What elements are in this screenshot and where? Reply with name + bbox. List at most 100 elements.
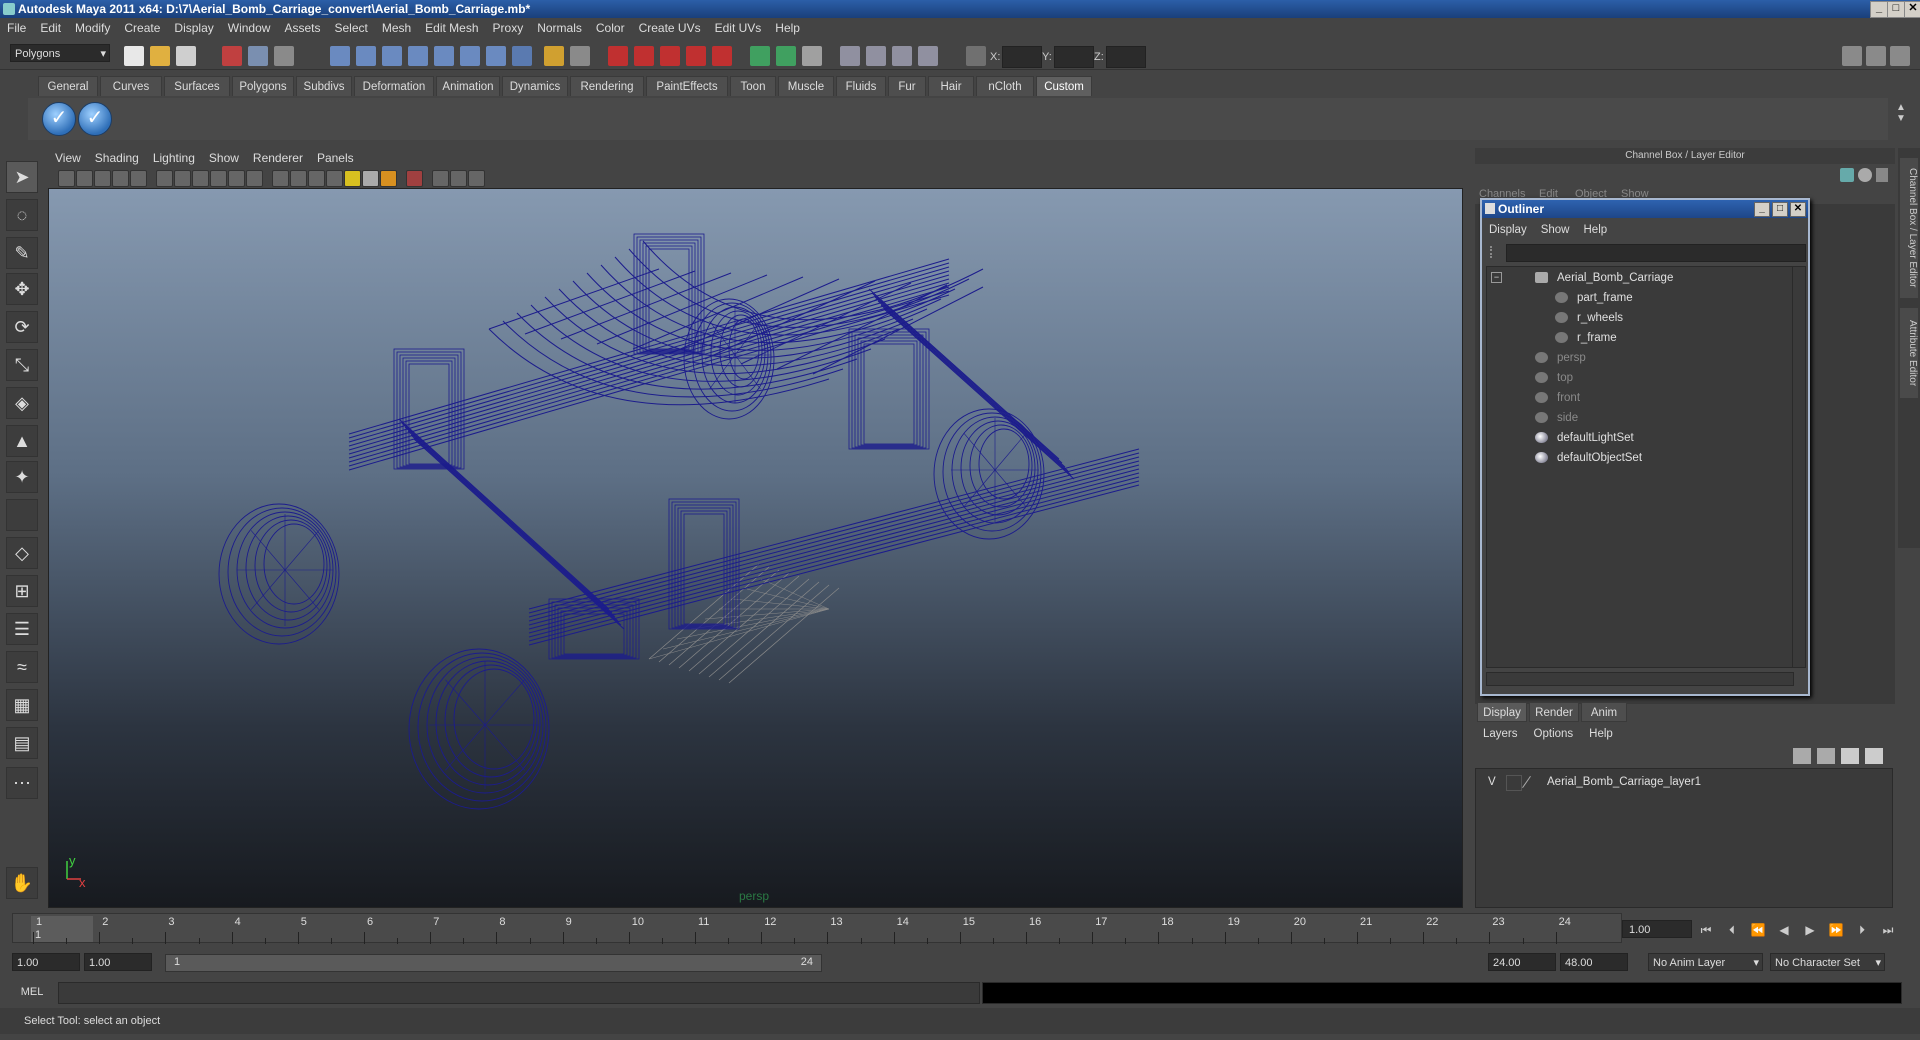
layer-template-toggle[interactable] bbox=[1506, 775, 1522, 791]
animation-end-field[interactable]: 48.00 bbox=[1560, 953, 1628, 971]
outliner-minimize-button[interactable]: _ bbox=[1754, 202, 1770, 217]
scale-tool-icon[interactable]: ⤡ bbox=[6, 349, 38, 381]
shelf-tab-muscle[interactable]: Muscle bbox=[778, 76, 834, 96]
anim-layer-dropdown[interactable]: No Anim Layer ▾ bbox=[1648, 953, 1763, 971]
mask-dynamics-icon[interactable] bbox=[460, 46, 480, 66]
save-scene-icon[interactable] bbox=[176, 46, 196, 66]
absolute-transform-icon[interactable] bbox=[966, 46, 986, 66]
xray-icon[interactable] bbox=[432, 170, 449, 187]
film-gate-icon[interactable] bbox=[174, 170, 191, 187]
mask-joints-icon[interactable] bbox=[356, 46, 376, 66]
layer-tab-anim[interactable]: Anim bbox=[1581, 702, 1627, 722]
shelf-tab-ncloth[interactable]: nCloth bbox=[976, 76, 1034, 96]
go-to-start-icon[interactable]: ⏮ bbox=[1697, 922, 1715, 938]
menu-create-uvs[interactable]: Create UVs bbox=[632, 18, 708, 38]
outliner-menu-show[interactable]: Show bbox=[1534, 221, 1577, 239]
mask-rendering-icon[interactable] bbox=[486, 46, 506, 66]
universal-manipulator-icon[interactable]: ◈ bbox=[6, 387, 38, 419]
menu-edit-uvs[interactable]: Edit UVs bbox=[708, 18, 769, 38]
four-view-layout-icon[interactable]: ⊞ bbox=[6, 575, 38, 607]
shelf-check-icon-2[interactable]: ✓ bbox=[78, 102, 112, 136]
outliner-menu-help[interactable]: Help bbox=[1577, 221, 1615, 239]
outliner-item[interactable]: defaultLightSet bbox=[1535, 429, 1634, 447]
move-tool-icon[interactable]: ✥ bbox=[6, 273, 38, 305]
outliner-title-bar[interactable]: Outliner _ □ ✕ bbox=[1482, 200, 1808, 218]
layer-menu-options[interactable]: Options bbox=[1526, 725, 1582, 743]
menu-normals[interactable]: Normals bbox=[530, 18, 589, 38]
textured-icon[interactable] bbox=[326, 170, 343, 187]
menu-display[interactable]: Display bbox=[167, 18, 220, 38]
outliner-item[interactable]: defaultObjectSet bbox=[1535, 449, 1642, 467]
mask-handles-icon[interactable] bbox=[330, 46, 350, 66]
y-field[interactable] bbox=[1054, 46, 1094, 68]
chevron-down-icon[interactable]: ▼ bbox=[1896, 113, 1910, 124]
wireframe-on-shaded-icon[interactable] bbox=[308, 170, 325, 187]
single-perspective-layout-icon[interactable]: ◇ bbox=[6, 537, 38, 569]
dope-sheet-layout-icon[interactable]: ▤ bbox=[6, 727, 38, 759]
backface-culling-icon[interactable] bbox=[468, 170, 485, 187]
command-language-toggle[interactable]: MEL bbox=[10, 984, 54, 1000]
viewport-menu-panels[interactable]: Panels bbox=[310, 148, 361, 168]
viewport-menu-lighting[interactable]: Lighting bbox=[146, 148, 202, 168]
open-scene-icon[interactable] bbox=[150, 46, 170, 66]
layer-tab-render[interactable]: Render bbox=[1529, 702, 1579, 722]
outliner-item[interactable]: Aerial_Bomb_Carriage bbox=[1535, 269, 1673, 287]
perspective-viewport[interactable]: y x persp bbox=[48, 188, 1463, 908]
highlight-selection-icon[interactable] bbox=[570, 46, 590, 66]
animation-start-field[interactable]: 1.00 bbox=[12, 953, 80, 971]
snap-grid-icon[interactable] bbox=[608, 46, 628, 66]
gate-mask-icon[interactable] bbox=[210, 170, 227, 187]
chevron-up-icon[interactable]: ▲ bbox=[1896, 102, 1910, 113]
show-channel-box-icon[interactable] bbox=[1890, 46, 1910, 66]
mask-surfaces-icon[interactable] bbox=[408, 46, 428, 66]
attribute-editor-side-tab[interactable]: Attribute Editor bbox=[1900, 308, 1918, 398]
menu-modify[interactable]: Modify bbox=[68, 18, 117, 38]
shelf-tab-surfaces[interactable]: Surfaces bbox=[164, 76, 230, 96]
command-input[interactable] bbox=[58, 982, 980, 1004]
field-chart-icon[interactable] bbox=[228, 170, 245, 187]
menu-color[interactable]: Color bbox=[589, 18, 632, 38]
outliner-item[interactable]: front bbox=[1535, 389, 1580, 407]
snap-point-icon[interactable] bbox=[660, 46, 680, 66]
menu-proxy[interactable]: Proxy bbox=[486, 18, 531, 38]
show-attribute-editor-icon[interactable] bbox=[1842, 46, 1862, 66]
shelf-tab-polygons[interactable]: Polygons bbox=[232, 76, 294, 96]
time-slider[interactable]: 1 1 2 3 4 5 6 7 8 9 10 11 12 13 14 15 16 17 18 19 20 21 22 23 2… bbox=[12, 913, 1622, 944]
step-back-key-icon[interactable]: ⏪ bbox=[1749, 922, 1767, 938]
shelf-tab-animation[interactable]: Animation bbox=[436, 76, 500, 96]
shelf-tab-hair[interactable]: Hair bbox=[928, 76, 974, 96]
menu-assets[interactable]: Assets bbox=[277, 18, 327, 38]
range-slider[interactable]: 1 24 bbox=[165, 954, 822, 972]
snap-curve-icon[interactable] bbox=[634, 46, 654, 66]
viewport-menu-renderer[interactable]: Renderer bbox=[246, 148, 310, 168]
outliner-layout-icon[interactable]: ☰ bbox=[6, 613, 38, 645]
shelf-tab-dynamics[interactable]: Dynamics bbox=[502, 76, 568, 96]
layer-tab-display[interactable]: Display bbox=[1477, 702, 1527, 722]
layer-visibility-toggle[interactable]: V bbox=[1488, 773, 1496, 791]
outliner-item[interactable]: side bbox=[1535, 409, 1578, 427]
current-frame-field[interactable]: 1.00 bbox=[1622, 920, 1692, 938]
shelf-tab-fur[interactable]: Fur bbox=[888, 76, 926, 96]
layer-menu-layers[interactable]: Layers bbox=[1475, 725, 1526, 743]
layer-row[interactable]: V Aerial_Bomb_Carriage_layer1 bbox=[1476, 773, 1892, 791]
output-history-icon[interactable] bbox=[776, 46, 796, 66]
outliner-maximize-button[interactable]: □ bbox=[1772, 202, 1788, 217]
outliner-menu-display[interactable]: Display bbox=[1482, 221, 1534, 239]
layer-color-swatch[interactable] bbox=[1522, 775, 1531, 789]
shelf-tab-rendering[interactable]: Rendering bbox=[570, 76, 644, 96]
viewport-menu-view[interactable]: View bbox=[48, 148, 88, 168]
step-forward-frame-icon[interactable]: ⏵ bbox=[1853, 922, 1871, 938]
construction-history-icon[interactable] bbox=[802, 46, 822, 66]
viewport-menu-shading[interactable]: Shading bbox=[88, 148, 146, 168]
default-lights-icon[interactable] bbox=[344, 170, 361, 187]
menu-set-dropdown[interactable]: Polygons ▾ bbox=[10, 44, 110, 62]
shelf-tab-subdivs[interactable]: Subdivs bbox=[296, 76, 352, 96]
lasso-tool-icon[interactable]: ◌ bbox=[6, 199, 38, 231]
shadows-icon[interactable] bbox=[380, 170, 397, 187]
show-manipulator-icon[interactable]: ✦ bbox=[6, 461, 38, 493]
outliner-item[interactable]: persp bbox=[1535, 349, 1586, 367]
hypershade-layout-icon[interactable]: ▦ bbox=[6, 689, 38, 721]
select-hierarchy-icon[interactable] bbox=[222, 46, 242, 66]
layer-name[interactable]: Aerial_Bomb_Carriage_layer1 bbox=[1547, 773, 1701, 791]
select-object-icon[interactable] bbox=[248, 46, 268, 66]
